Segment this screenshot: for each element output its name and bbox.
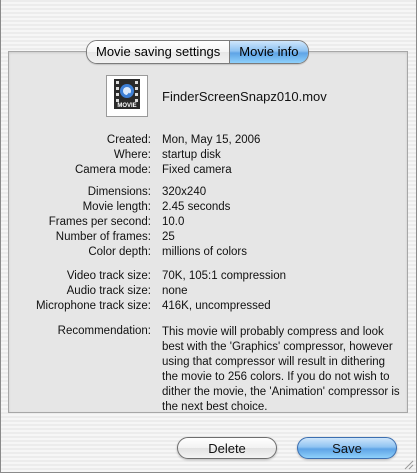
audio-track-label: Audio track size:	[66, 285, 151, 297]
created-value: Mon, May 15, 2006	[162, 134, 261, 146]
camera-mode-label: Camera mode:	[74, 164, 151, 176]
tab-bar: Movie saving settings Movie info	[86, 40, 309, 64]
mic-track-value: 416K, uncompressed	[162, 300, 271, 312]
dimensions-value: 320x240	[162, 186, 207, 198]
info-row-video-track: Video track size: 70K, 105:1 compression	[0, 270, 417, 285]
where-label: Where:	[113, 149, 151, 161]
tab-movie-saving-settings[interactable]: Movie saving settings	[87, 41, 230, 63]
movie-length-label: Movie length:	[82, 201, 151, 213]
info-row-where: Where: startup disk	[0, 149, 417, 164]
save-button[interactable]: Save	[297, 437, 397, 459]
num-frames-label: Number of frames:	[55, 231, 151, 243]
info-row-audio-track: Audio track size: none	[0, 285, 417, 300]
info-row-dimensions: Dimensions: 320x240	[0, 186, 417, 201]
movie-info-dialog: { "tabs": [ {"label": "Movie saving sett…	[0, 0, 417, 473]
quicktime-movie-icon: MOVIE	[106, 75, 148, 117]
info-row-num-frames: Number of frames: 25	[0, 231, 417, 246]
info-row-camera-mode: Camera mode: Fixed camera	[0, 164, 417, 179]
color-depth-label: Color depth:	[88, 246, 151, 258]
svg-text:MOVIE: MOVIE	[117, 103, 136, 109]
num-frames-value: 25	[162, 231, 175, 243]
tab-movie-info[interactable]: Movie info	[229, 41, 308, 63]
fps-value: 10.0	[162, 216, 185, 228]
recommendation-label: Recommendation:	[57, 325, 151, 337]
info-row-color-depth: Color depth: millions of colors	[0, 246, 417, 261]
info-row-movie-length: Movie length: 2.45 seconds	[0, 201, 417, 216]
color-depth-value: millions of colors	[162, 246, 247, 258]
created-label: Created:	[106, 134, 151, 146]
video-track-label: Video track size:	[66, 270, 151, 282]
resize-grip-icon[interactable]	[403, 459, 414, 470]
movie-length-value: 2.45 seconds	[162, 201, 231, 213]
info-row-mic-track: Microphone track size: 416K, uncompresse…	[0, 300, 417, 315]
audio-track-value: none	[162, 285, 188, 297]
recommendation-text: This movie will probably compress and lo…	[162, 326, 400, 413]
dimensions-label: Dimensions:	[87, 186, 151, 198]
info-row-created: Created: Mon, May 15, 2006	[0, 134, 417, 149]
where-value: startup disk	[162, 149, 221, 161]
camera-mode-value: Fixed camera	[162, 164, 232, 176]
movie-filename: FinderScreenSnapz010.mov	[162, 89, 327, 104]
video-track-value: 70K, 105:1 compression	[162, 270, 287, 282]
fps-label: Frames per second:	[48, 216, 151, 228]
mic-track-label: Microphone track size:	[35, 300, 151, 312]
info-row-fps: Frames per second: 10.0	[0, 216, 417, 231]
delete-button[interactable]: Delete	[177, 437, 277, 459]
